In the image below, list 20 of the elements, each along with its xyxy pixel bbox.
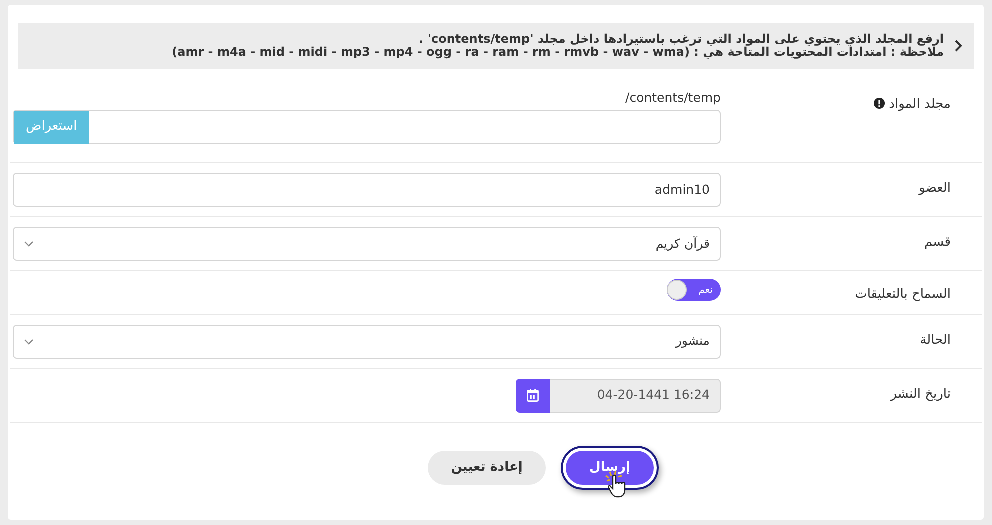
- notice-text: ارفع المجلد الذي يحتوي على المواد التي ترغب باستيرادها داخل مجلد 'contents/temp' .: [418, 33, 944, 46]
- field-label: السماح بالتعليقات: [855, 286, 951, 304]
- select-field[interactable]: منشور: [13, 324, 721, 359]
- field-label: تاريخ النشر: [890, 386, 951, 404]
- field-label: العضو: [919, 180, 951, 198]
- field-label: الحالة: [920, 332, 951, 350]
- select-field[interactable]: قرآن كريم: [13, 227, 721, 262]
- toggle-switch[interactable]: نعم: [667, 279, 721, 302]
- hint-text: /contents/temp: [626, 89, 721, 108]
- text-field[interactable]: admin10: [13, 173, 721, 208]
- field-label: قسم: [924, 234, 951, 252]
- caret-icon: [24, 241, 34, 248]
- field-label: مجلد المواد: [889, 96, 951, 114]
- chevron-icon[interactable]: [954, 40, 962, 52]
- notice-text: ملاحظة : امتدادات المحتويات المتاحة هي : (amr - m4a - mid - midi - mp3 - mp4 - ogg - ra - ram - rm - rmvb - wav - wma): [172, 46, 944, 60]
- calendar-button[interactable]: [516, 378, 550, 413]
- caret-icon: [24, 338, 34, 345]
- reset-button[interactable]: إعادة تعيين: [428, 450, 546, 485]
- submit-button[interactable]: إرسال: [566, 450, 654, 485]
- calendar-icon: [527, 389, 539, 402]
